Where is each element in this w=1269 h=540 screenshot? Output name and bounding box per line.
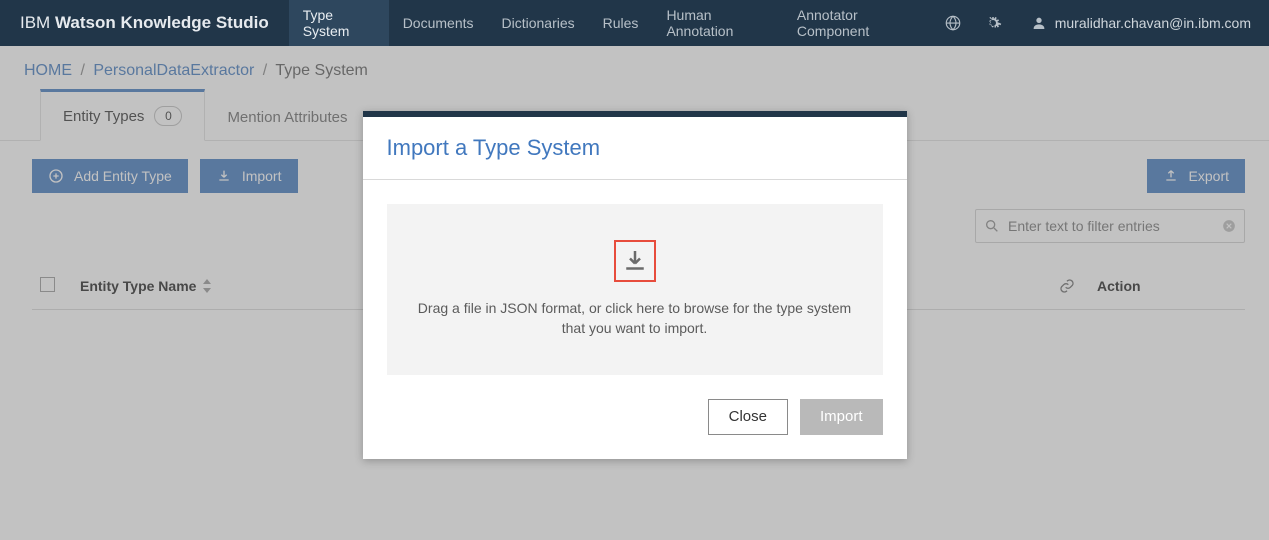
dropzone-message: Drag a file in JSON format, or click her… [417,298,853,339]
brand-title: Watson Knowledge Studio [55,13,269,32]
nav-documents[interactable]: Documents [389,0,488,46]
modal-import-button[interactable]: Import [800,399,883,435]
gear-icon[interactable] [973,0,1013,46]
close-button[interactable]: Close [708,399,788,435]
brand: IBM Watson Knowledge Studio [0,13,289,33]
modal-title: Import a Type System [387,135,883,161]
nav-dictionaries[interactable]: Dictionaries [488,0,589,46]
import-modal: Import a Type System Drag a file in JSON… [363,111,907,459]
dropzone[interactable]: Drag a file in JSON format, or click her… [387,204,883,375]
dropzone-highlight [614,240,656,282]
top-bar: IBM Watson Knowledge Studio Type System … [0,0,1269,46]
globe-icon[interactable] [933,0,973,46]
user-email: muralidhar.chavan@in.ibm.com [1055,15,1251,31]
nav-type-system[interactable]: Type System [289,0,389,46]
user-menu[interactable]: muralidhar.chavan@in.ibm.com [1013,15,1269,31]
download-icon [620,246,650,276]
user-icon [1031,15,1047,31]
nav-annotator-component[interactable]: Annotator Component [783,0,933,46]
top-right: muralidhar.chavan@in.ibm.com [933,0,1269,46]
nav-human-annotation[interactable]: Human Annotation [652,0,782,46]
modal-header: Import a Type System [363,117,907,180]
main-nav: Type System Documents Dictionaries Rules… [289,0,933,46]
modal-footer: Close Import [363,399,907,459]
nav-rules[interactable]: Rules [589,0,653,46]
brand-prefix: IBM [20,13,50,32]
modal-overlay[interactable]: Import a Type System Drag a file in JSON… [0,46,1269,540]
